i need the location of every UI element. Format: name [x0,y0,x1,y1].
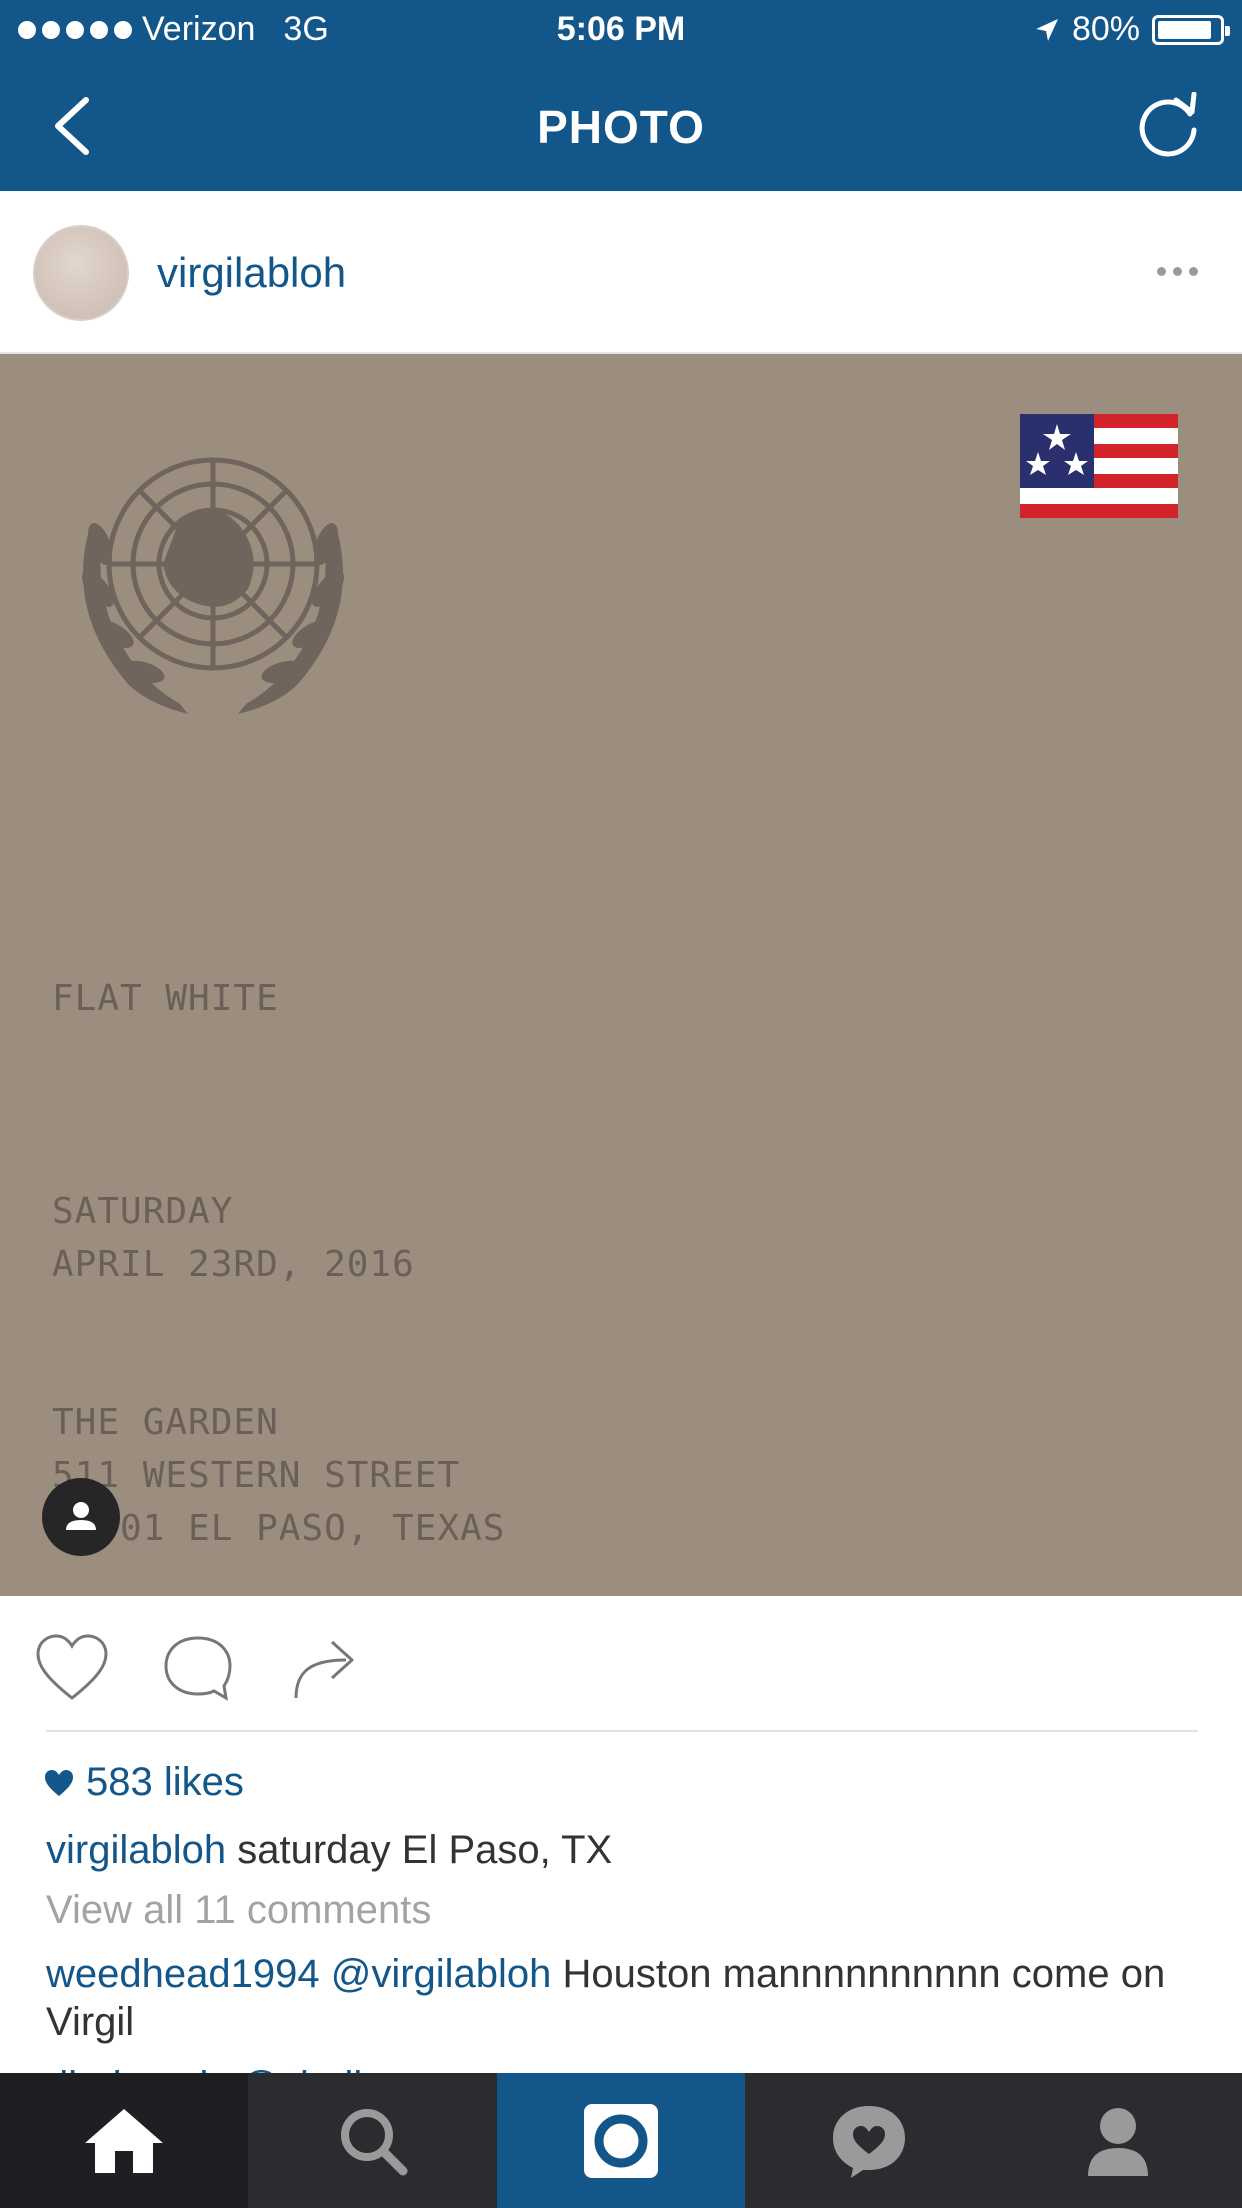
actions-divider [46,1730,1198,1732]
post-header: virgilabloh [0,191,1242,354]
photo-text-line: FLAT WHITE [52,978,279,1019]
activity-icon [833,2105,906,2178]
comment-username[interactable]: weedhead1994 [46,1952,320,1996]
likes-count[interactable]: 583 likes [44,1760,244,1805]
person-icon [66,1502,96,1530]
status-bar: Verizon 3G 5:06 PM 80% [0,0,1242,62]
photo-text-line: 79901 EL PASO, TEXAS [52,1508,506,1549]
comment-mention[interactable]: @virgilabloh [331,1952,552,1996]
post-photo[interactable]: FLAT WHITE SATURDAY APRIL 23RD, 2016 THE… [0,354,1242,1596]
tab-profile[interactable] [994,2073,1242,2208]
us-flag-icon [1020,414,1178,518]
photo-text-line: SATURDAY [52,1191,234,1232]
small-heart-icon [45,1769,73,1796]
comment-bubble-icon[interactable] [160,1632,236,1704]
more-options-icon[interactable] [1157,267,1198,276]
share-arrow-icon[interactable] [288,1632,364,1704]
tab-activity[interactable] [745,2073,993,2208]
photo-text-line: THE GARDEN [52,1402,279,1443]
photo-text-line: APRIL 23RD, 2016 [52,1244,415,1285]
nav-bar: PHOTO [0,62,1242,191]
tab-camera[interactable] [496,2073,746,2208]
page-title: PHOTO [537,101,705,153]
post-caption: virgilabloh saturday El Paso, TX [46,1826,612,1874]
tab-search[interactable] [248,2073,496,2208]
likes-label: 583 likes [86,1760,244,1804]
tagged-people-button[interactable] [42,1478,120,1556]
view-all-comments-link[interactable]: View all 11 comments [46,1888,431,1933]
camera-icon [583,2103,658,2178]
tab-home[interactable] [0,2073,249,2208]
refresh-button[interactable] [1136,92,1202,158]
battery-icon [1152,14,1230,45]
bottom-tab-bar [0,2073,1242,2208]
status-right: 80% [1034,10,1230,49]
battery-percent: 80% [1071,10,1140,48]
comment-item: weedhead1994 @virgilabloh Houston mannnn… [46,1950,1196,2046]
like-heart-icon[interactable] [34,1632,110,1704]
caption-text: saturday El Paso, TX [237,1828,613,1872]
search-icon [340,2108,408,2175]
un-emblem-icon [81,457,345,714]
profile-icon [1087,2107,1148,2176]
avatar[interactable] [33,225,129,321]
top-bar: Verizon 3G 5:06 PM 80% PHOTO [0,0,1242,191]
post-actions [0,1596,1242,1734]
caption-username[interactable]: virgilabloh [46,1828,226,1872]
location-arrow-icon [1035,18,1058,41]
home-icon [85,2108,164,2173]
post-username[interactable]: virgilabloh [157,249,346,297]
